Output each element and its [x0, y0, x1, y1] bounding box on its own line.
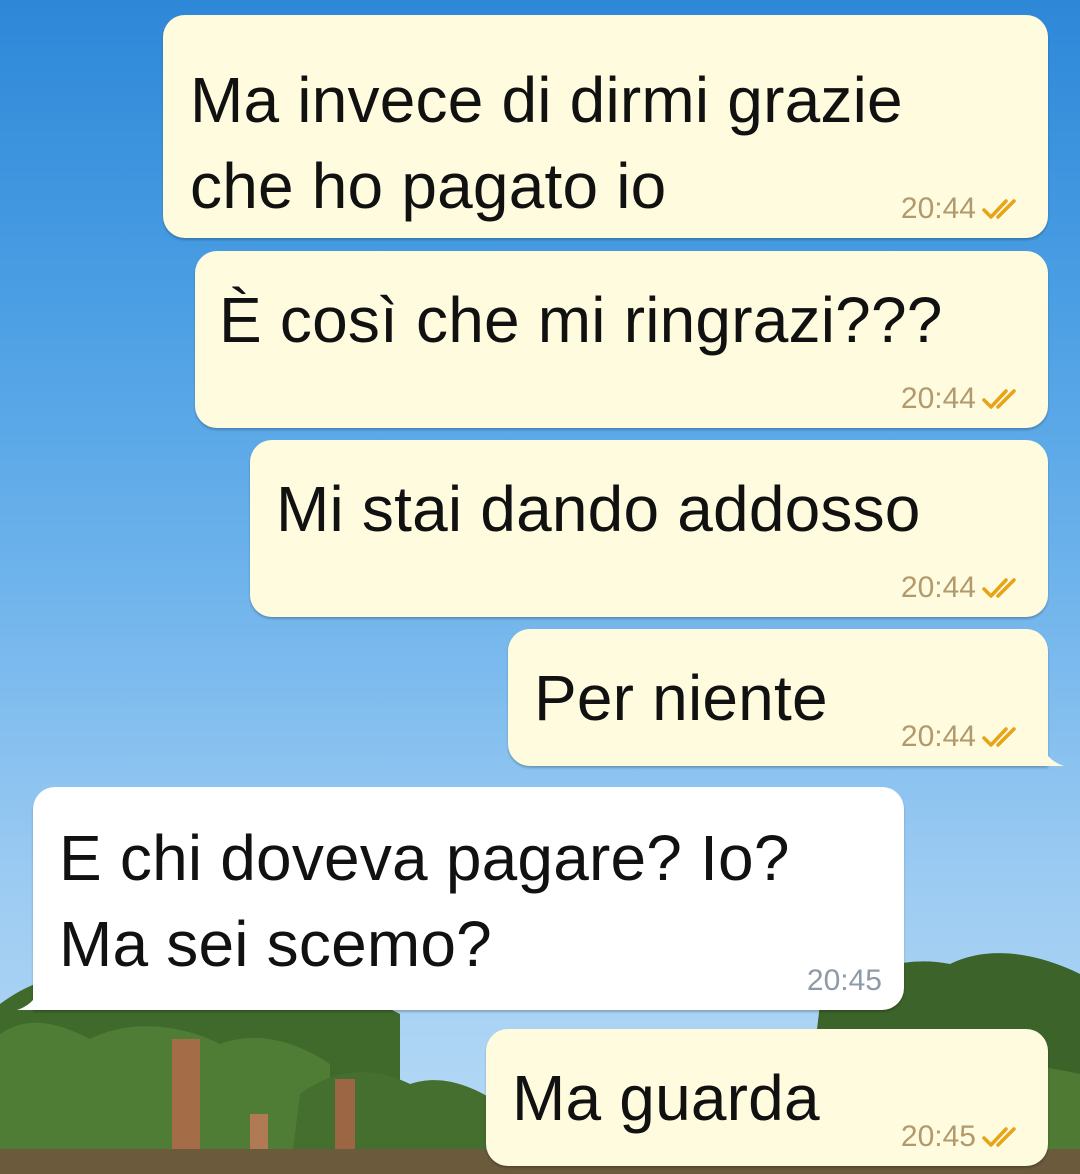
message-text: Ma guarda — [512, 1062, 820, 1134]
double-check-icon — [982, 725, 1026, 749]
message-meta: 20:44 — [901, 720, 1026, 754]
message-time: 20:44 — [900, 192, 976, 225]
message-time: 20:45 — [806, 964, 882, 997]
message-meta: 20:44 — [901, 382, 1026, 416]
message-bubble-outgoing[interactable]: Ma invece di dirmi grazie che ho pagato … — [163, 15, 1048, 238]
bubble-tail — [1040, 742, 1064, 766]
message-time: 20:45 — [900, 1120, 976, 1153]
double-check-icon — [982, 576, 1026, 600]
message-bubble-outgoing[interactable]: Per niente 20:44 — [508, 629, 1064, 766]
message-time: 20:44 — [900, 720, 976, 753]
message-bubble-outgoing[interactable]: Ma guarda 20:45 — [486, 1029, 1048, 1166]
message-meta: 20:45 — [807, 964, 882, 998]
message-bubble-outgoing[interactable]: È così che mi ringrazi??? 20:44 — [195, 251, 1048, 428]
message-text: Per niente — [534, 662, 828, 734]
double-check-icon — [982, 387, 1026, 411]
message-text: È così che mi ringrazi??? — [219, 284, 943, 356]
double-check-icon — [982, 197, 1026, 221]
message-text: E chi doveva pagare? Io? Ma sei scemo? — [59, 822, 790, 980]
message-text: Mi stai dando addosso — [276, 473, 921, 545]
message-text: Ma invece di dirmi grazie che ho pagato … — [190, 64, 903, 222]
message-time: 20:44 — [900, 382, 976, 415]
message-bubble-incoming[interactable]: E chi doveva pagare? Io? Ma sei scemo? 2… — [17, 787, 904, 1010]
message-meta: 20:44 — [901, 192, 1026, 226]
message-bubble-outgoing[interactable]: Mi stai dando addosso 20:44 — [250, 440, 1048, 617]
message-time: 20:44 — [900, 571, 976, 604]
bubble-tail — [17, 986, 41, 1010]
message-meta: 20:44 — [901, 571, 1026, 605]
message-meta: 20:45 — [901, 1120, 1026, 1154]
chat-background: Ma invece di dirmi grazie che ho pagato … — [0, 0, 1080, 1174]
double-check-icon — [982, 1125, 1026, 1149]
